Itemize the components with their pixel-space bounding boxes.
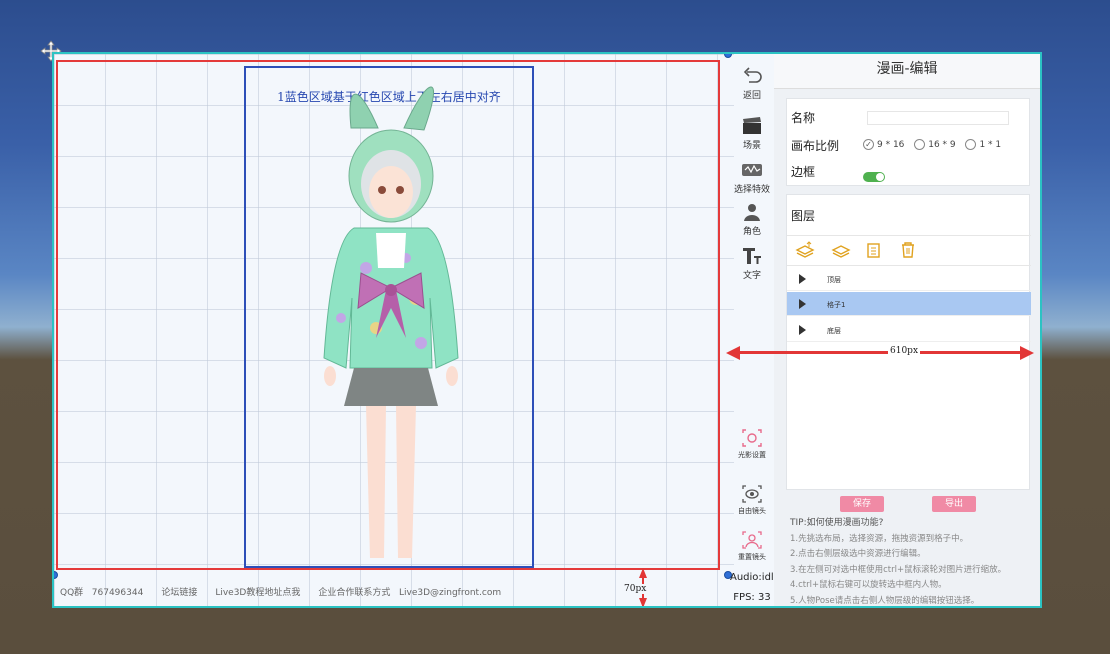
back-button[interactable]: 返回 [730,66,774,101]
free-camera-button[interactable]: 自由镜头 [730,484,774,516]
character-button[interactable]: 角色 [730,202,774,237]
border-toggle[interactable] [863,172,885,182]
layers-toolbar-divider [787,265,1031,266]
effects-label: 选择特效 [733,185,770,195]
tip-line: 3.在左侧可对选中框使用ctrl+鼠标滚轮对图片进行缩放。 [790,564,1007,575]
undo-arrow-icon [743,67,762,83]
copy-icon[interactable] [865,241,883,259]
effects-icon [742,164,762,176]
qq-label: QQ群 [60,587,84,598]
ratio-9x16-label: 9 * 16 [877,139,905,150]
lighting-icon [742,429,762,447]
business-contact: 企业合作联系方式 Live3D@zingfront.com [318,585,501,598]
layers-label: 图层 [791,209,816,223]
tips-title: TIP:如何使用漫画功能? [790,518,884,528]
width-arrow-right [1020,346,1034,360]
text-tool-icon [743,248,761,264]
border-label: 边框 [791,165,816,179]
reset-camera-icon [742,531,762,549]
character-label: 角色 [742,227,761,237]
ratio-16x9-label: 16 * 9 [928,139,956,150]
height-arrow-down [639,598,647,606]
free-camera-label: 自由镜头 [738,507,766,515]
qq-group: QQ群 767496344 [60,585,143,598]
tool-bar: 返回 场景 选择特效 角色 文字 光影设置 自由镜头 重置镜头 Audio:id… [730,54,780,606]
business-email[interactable]: Live3D@zingfront.com [399,588,501,598]
tips-block: TIP:如何使用漫画功能? 1.先挑选布局，选择资源，拖拽资源到格子中。 2.点… [790,516,1030,606]
anime-character-image[interactable] [306,68,476,564]
width-measure-label: 610px [888,346,921,356]
settings-card: 名称 画布比例 ✓ 9 * 16 16 * 9 1 * 1 边框 [786,98,1030,186]
clapperboard-icon [743,117,761,134]
layers-divider [787,235,1031,236]
blue-panel-cell[interactable]: 1蓝色区域基于红色区域上下左右居中对齐 [244,66,534,568]
comic-editor-window: 1蓝色区域基于红色区域上下左右居中对齐 QQ群 767496344 论坛链接 L… [52,52,1042,608]
expand-arrow-icon[interactable] [799,325,806,335]
text-button[interactable]: 文字 [730,246,774,281]
name-label: 名称 [791,111,816,125]
ratio-1x1-label: 1 * 1 [979,139,1002,150]
layer-row-selected[interactable]: 格子1 [787,292,1031,316]
layer-down-icon[interactable] [831,241,851,259]
effects-button[interactable]: 选择特效 [730,160,774,195]
width-measure-line [738,351,1022,354]
delete-icon[interactable] [899,241,917,259]
ratio-16x9-radio[interactable] [914,139,926,150]
height-measure-label: 70px [622,584,649,594]
fps-counter: FPS: 33 [733,592,771,603]
expand-arrow-icon[interactable] [799,299,806,309]
back-label: 返回 [742,91,761,101]
audio-status: Audio:idle [730,572,780,583]
save-button[interactable]: 保存 [840,496,884,512]
scene-button[interactable]: 场景 [730,116,774,151]
edit-panel: 漫画-编辑 名称 画布比例 ✓ 9 * 16 16 * 9 1 * 1 边框 图层 [774,54,1040,606]
business-label: 企业合作联系方式 [318,587,391,598]
ratio-label: 画布比例 [791,139,840,153]
ratio-options: ✓ 9 * 16 16 * 9 1 * 1 [863,137,1007,151]
tip-line: 1.先挑选布局，选择资源，拖拽资源到格子中。 [790,533,969,544]
layer-row[interactable]: 底层 [787,318,1031,342]
tip-line: 4.ctrl+鼠标右键可以旋转选中框内人物。 [790,580,947,590]
layers-card: 图层 顶层 格子1 底层 [786,194,1031,490]
reset-camera-label: 重置镜头 [738,553,766,561]
tip-line: 5.人物Pose请点击右侧人物层级的编辑按钮选择。 [790,595,980,606]
character-icon [744,204,760,221]
panel-title: 漫画-编辑 [774,54,1040,89]
tip-line: 2.点击右侧层级选中资源进行编辑。 [790,549,926,559]
lighting-button[interactable]: 光影设置 [730,428,774,460]
text-label: 文字 [742,271,761,281]
forum-link[interactable]: 论坛链接 [161,585,197,598]
height-arrow-up [639,568,647,578]
eye-icon [742,485,762,503]
qq-number: 767496344 [91,587,144,598]
export-button[interactable]: 导出 [932,496,976,512]
layer-up-icon[interactable] [795,241,815,259]
reset-camera-button[interactable]: 重置镜头 [730,530,774,562]
expand-arrow-icon[interactable] [799,274,806,284]
ratio-9x16-radio[interactable]: ✓ [863,139,874,150]
ratio-1x1-radio[interactable] [965,139,977,150]
lighting-label: 光影设置 [738,451,766,459]
name-input[interactable] [867,111,1009,125]
layer-name: 格子1 [827,301,846,309]
layer-name: 底层 [827,327,841,335]
layer-row[interactable]: 顶层 [787,267,1031,291]
layer-name: 顶层 [827,276,841,284]
scene-label: 场景 [742,141,761,151]
tutorial-link[interactable]: Live3D教程地址点我 [215,585,300,598]
